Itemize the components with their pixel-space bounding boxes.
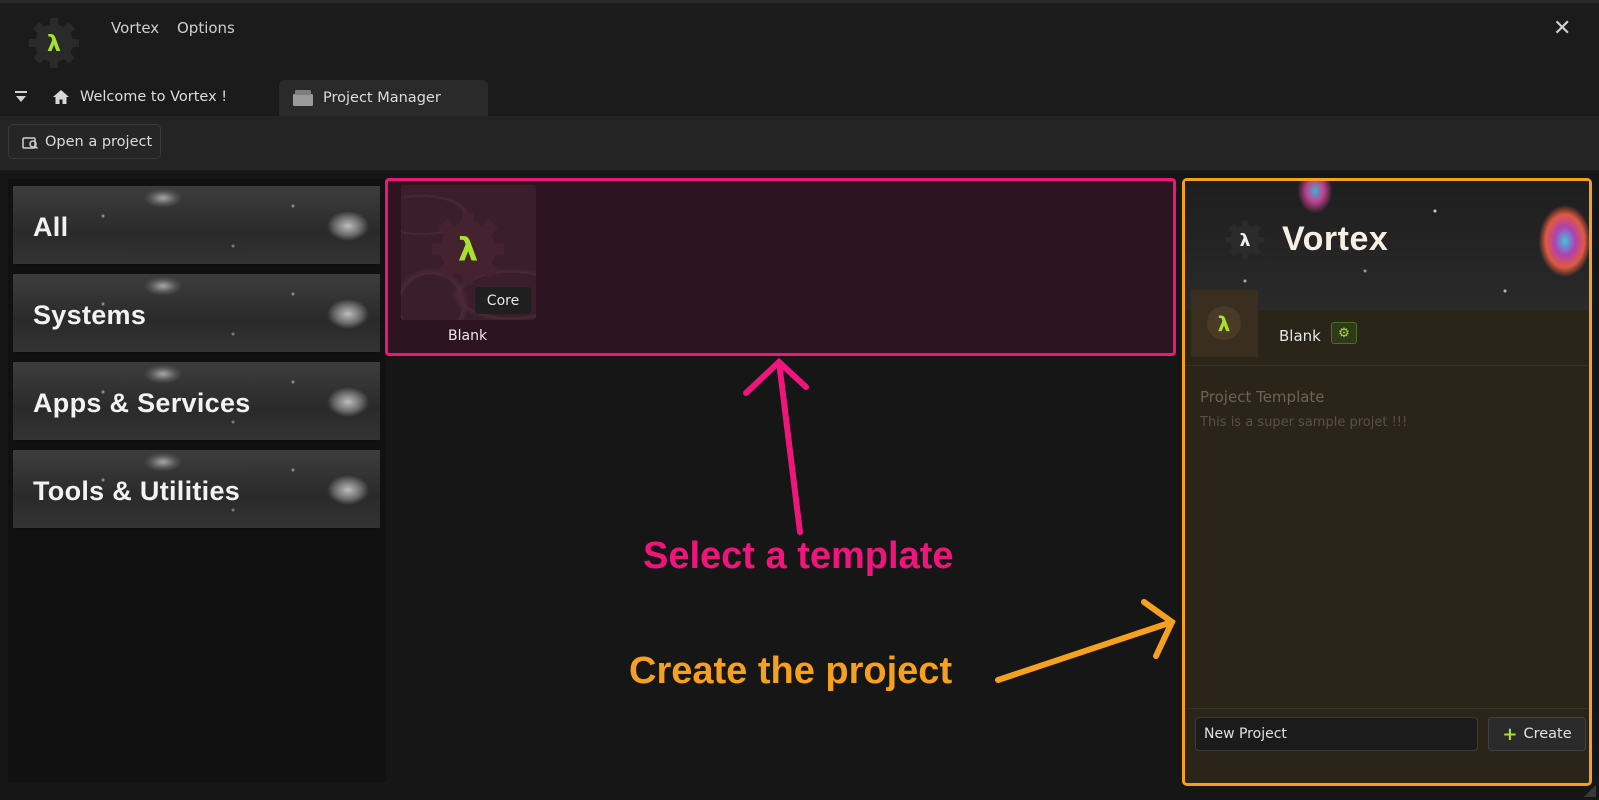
arrow-to-details-panel [995,599,1176,683]
arrow-to-template-grid [743,357,809,535]
annotation-create-project: Create the project [629,650,953,692]
resize-grip-icon[interactable] [1583,784,1597,798]
annotation-select-template: Select a template [643,535,954,577]
